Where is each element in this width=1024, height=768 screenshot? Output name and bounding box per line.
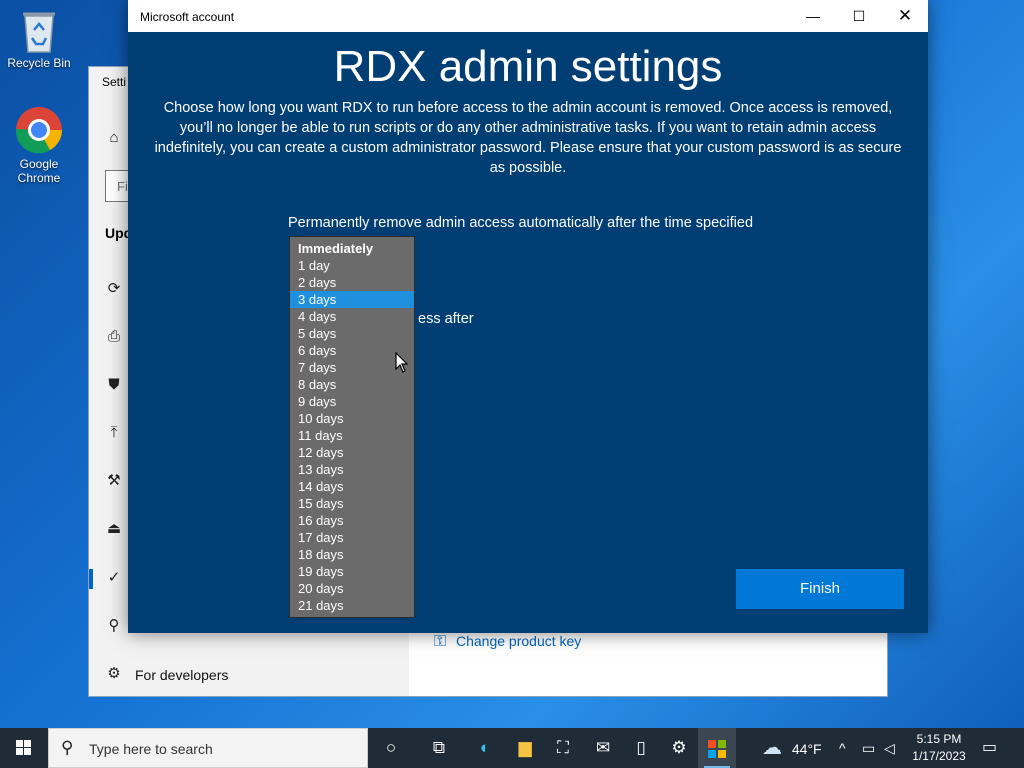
windows-logo-icon [16, 740, 31, 755]
maximize-button[interactable]: ☐ [836, 0, 882, 32]
dropdown-option[interactable]: 9 days [290, 393, 414, 410]
dropdown-option[interactable]: Immediately [290, 240, 414, 257]
clock-time: 5:15 PM [916, 732, 962, 746]
cortana-icon[interactable]: ○ [372, 728, 410, 768]
dropdown-option[interactable]: 2 days [290, 274, 414, 291]
mouse-cursor-icon [395, 352, 409, 373]
selected-indicator [89, 569, 93, 589]
file-explorer-icon[interactable]: ▆ [506, 728, 544, 768]
dropdown-option[interactable]: 5 days [290, 325, 414, 342]
dropdown-option[interactable]: 14 days [290, 478, 414, 495]
dropdown-option[interactable]: 21 days [290, 597, 414, 614]
home-icon[interactable]: ⌂ [105, 129, 123, 147]
store-icon[interactable]: ⛶ [544, 728, 582, 768]
weather-temperature: 44°F [791, 741, 822, 757]
desktop-icon-recycle-bin[interactable]: Recycle Bin [0, 8, 78, 70]
weather-widget[interactable]: ☁ 44°F [762, 728, 822, 768]
dialog-titlebar: Microsoft account — ☐ ✕ [128, 0, 928, 32]
task-view-icon[interactable]: ⧉ [420, 728, 458, 768]
dropdown-option[interactable]: 11 days [290, 427, 414, 444]
notifications-icon[interactable]: ▭ [982, 728, 997, 768]
delivery-icon[interactable]: ⎙ [105, 328, 123, 346]
activation-check-icon[interactable]: ✓ [105, 569, 123, 587]
sync-icon[interactable]: ⟳ [105, 280, 123, 298]
close-button[interactable]: ✕ [882, 0, 928, 32]
finish-button[interactable]: Finish [736, 569, 904, 609]
change-product-key-label: Change product key [456, 633, 582, 649]
network-icon[interactable]: ▭ [862, 728, 875, 768]
edge-icon[interactable]: ◐ [466, 728, 504, 768]
taskbar-search-placeholder: Type here to search [89, 741, 213, 757]
dropdown-option[interactable]: 8 days [290, 376, 414, 393]
dropdown-option[interactable]: 18 days [290, 546, 414, 563]
wrench-icon[interactable]: ⚒ [105, 472, 123, 490]
partial-option-label: ess after [418, 311, 474, 327]
mail-icon[interactable]: ✉ [584, 728, 622, 768]
dialog-window-title: Microsoft account [140, 10, 235, 24]
cloud-icon: ☁ [762, 737, 782, 759]
find-device-icon[interactable]: ⚲ [105, 617, 123, 635]
minimize-button[interactable]: — [790, 0, 836, 32]
rdx-app-icon[interactable] [698, 728, 736, 768]
notepad-icon[interactable]: ▯ [622, 728, 660, 768]
dropdown-option[interactable]: 3 days [290, 291, 414, 308]
upload-icon[interactable]: ⤒ [105, 424, 123, 442]
change-product-key-link[interactable]: ⚿ Change product key [434, 633, 581, 651]
microsoft-logo-icon [708, 739, 726, 758]
dropdown-option[interactable]: 4 days [290, 308, 414, 325]
taskbar-clock[interactable]: 5:15 PM 1/17/2023 [908, 731, 970, 765]
dropdown-option[interactable]: 15 days [290, 495, 414, 512]
recycle-bin-label: Recycle Bin [7, 56, 71, 70]
dropdown-option[interactable]: 16 days [290, 512, 414, 529]
taskbar-search-input[interactable]: ⚲ Type here to search [48, 728, 368, 768]
volume-muted-icon[interactable]: ◁ [884, 728, 895, 768]
desktop-icon-google-chrome[interactable]: Google Chrome [0, 105, 78, 185]
dropdown-option[interactable]: 20 days [290, 580, 414, 597]
time-dropdown-list[interactable]: Immediately 1 day 2 days 3 days 4 days 5 days… [289, 236, 415, 618]
remove-access-option-label: Permanently remove admin access automati… [288, 215, 754, 231]
dropdown-option[interactable]: 19 days [290, 563, 414, 580]
dropdown-option[interactable]: 1 day [290, 257, 414, 274]
sidebar-item-for-developers[interactable]: For developers [135, 667, 228, 683]
microsoft-account-dialog: Microsoft account — ☐ ✕ RDX admin settin… [128, 0, 928, 633]
show-hidden-icons-chevron-icon[interactable]: ^ [839, 728, 846, 768]
dropdown-option[interactable]: 12 days [290, 444, 414, 461]
dropdown-option[interactable]: 17 days [290, 529, 414, 546]
taskbar: ⚲ Type here to search ○ ⧉ ◐ ▆ ⛶ ✉ ▯ ⚙ ☁ … [0, 728, 1024, 768]
developers-icon[interactable]: ⚙ [105, 665, 123, 683]
shield-icon[interactable]: ⛊ [105, 376, 123, 394]
start-button[interactable] [0, 728, 48, 768]
clock-date: 1/17/2023 [912, 749, 966, 763]
settings-taskbar-icon[interactable]: ⚙ [660, 728, 698, 768]
dropdown-option[interactable]: 13 days [290, 461, 414, 478]
settings-window-title: Setti [102, 75, 127, 89]
recovery-icon[interactable]: ⏏ [105, 520, 123, 538]
chrome-label: Google Chrome [17, 157, 61, 185]
page-title: RDX admin settings [333, 42, 723, 91]
dropdown-option[interactable]: 10 days [290, 410, 414, 427]
recycle-bin-icon [23, 12, 55, 53]
description-text: Choose how long you want RDX to run befo… [154, 100, 902, 176]
search-icon: ⚲ [61, 738, 74, 757]
chrome-icon [15, 107, 62, 154]
key-icon: ⚿ [434, 633, 447, 650]
